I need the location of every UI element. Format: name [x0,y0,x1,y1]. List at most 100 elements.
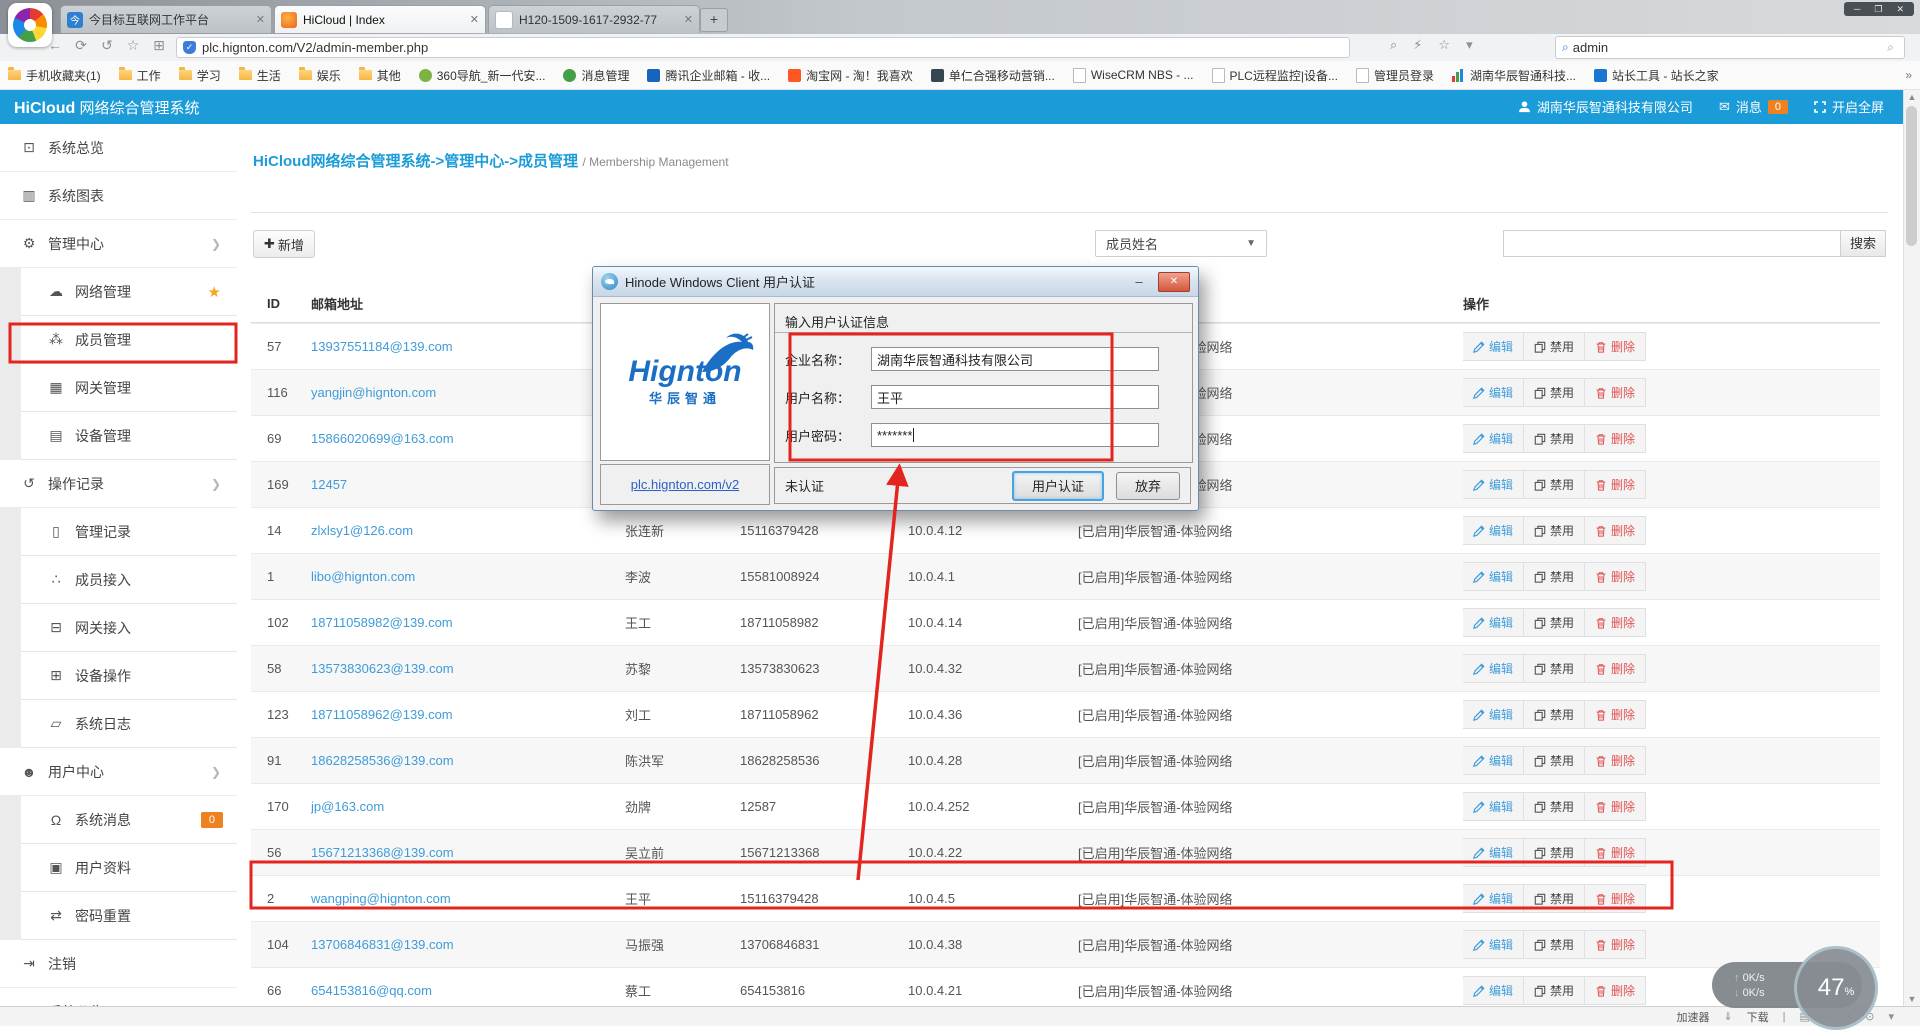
dialog-minimize-button[interactable]: – [1126,274,1152,289]
authenticate-button[interactable]: 用户认证 [1012,471,1104,501]
bookmark-item[interactable]: 工作 [119,67,161,84]
apps-icon[interactable]: ⊞ [148,37,170,54]
sidebar-item-成员管理[interactable]: ⁂成员管理 [21,316,237,364]
history-icon[interactable]: ↺ [96,37,118,54]
sidebar-item-系统日志[interactable]: ▱系统日志 [21,700,237,748]
delete-button[interactable]: 删除 [1584,516,1646,545]
field-input[interactable]: 王平 [871,385,1159,409]
edit-button[interactable]: 编辑 [1463,930,1524,959]
bookmark-item[interactable]: 管理员登录 [1356,67,1434,84]
edit-button[interactable]: 编辑 [1463,332,1524,361]
sidebar-item-系统图表[interactable]: ▥系统图表 [0,172,237,220]
scroll-down-icon[interactable]: ▼ [1904,994,1920,1004]
field-input[interactable]: ******* [871,423,1159,447]
cell-email-link[interactable]: 15866020699@163.com [311,431,454,446]
zoom-icon[interactable]: ⌕ [1390,37,1397,53]
cell-email-link[interactable]: 15671213368@139.com [311,845,454,860]
field-input[interactable]: 湖南华辰智通科技有限公司 [871,347,1159,371]
sidebar-item-注销[interactable]: ⇥注销 [0,940,237,988]
disable-button[interactable]: 禁用 [1523,608,1585,637]
cell-email-link[interactable]: yangjin@hignton.com [311,385,436,400]
minimize-window-button[interactable]: ─ [1854,2,1860,16]
disable-button[interactable]: 禁用 [1523,470,1585,499]
disable-button[interactable]: 禁用 [1523,700,1585,729]
edit-button[interactable]: 编辑 [1463,378,1524,407]
edit-button[interactable]: 编辑 [1463,516,1524,545]
edit-button[interactable]: 编辑 [1463,884,1524,913]
cell-email-link[interactable]: libo@hignton.com [311,569,415,584]
disable-button[interactable]: 禁用 [1523,930,1585,959]
dialog-close-button[interactable]: ✕ [1158,272,1190,292]
sidebar-item-设备操作[interactable]: ⊞设备操作 [21,652,237,700]
browser-tab[interactable]: H120-1509-1617-2932-77✕ [488,5,700,33]
bookmark-item[interactable]: 学习 [179,67,221,84]
sidebar-item-设备管理[interactable]: ▤设备管理 [21,412,237,460]
star-icon[interactable]: ☆ [122,37,144,54]
sidebar-item-管理记录[interactable]: ▯管理记录 [21,508,237,556]
disable-button[interactable]: 禁用 [1523,884,1585,913]
page-scrollbar[interactable]: ▲ ▼ [1903,90,1920,1006]
bookmark-item[interactable]: 湖南华辰智通科技... [1452,67,1576,84]
maximize-window-button[interactable]: ❐ [1874,2,1882,16]
disable-button[interactable]: 禁用 [1523,838,1585,867]
cell-email-link[interactable]: 13937551184@139.com [311,339,453,354]
cell-email-link[interactable]: zlxlsy1@126.com [311,523,413,538]
dialog-site-link[interactable]: plc.hignton.com/v2 [631,477,739,492]
delete-button[interactable]: 删除 [1584,424,1646,453]
disable-button[interactable]: 禁用 [1523,424,1585,453]
sidebar-item-用户中心[interactable]: ☻用户中心❯ [0,748,237,796]
bookmark-item[interactable]: 腾讯企业邮箱 - 收... [647,67,770,84]
fullscreen-button[interactable]: 开启全屏 [1814,97,1884,116]
cell-email-link[interactable]: 18711058962@139.com [311,707,453,722]
delete-button[interactable]: 删除 [1584,792,1646,821]
sidebar-item-管理中心[interactable]: ⚙管理中心❯ [0,220,237,268]
sidebar-item-网关管理[interactable]: ▦网关管理 [21,364,237,412]
sidebar-item-网关接入[interactable]: ⊟网关接入 [21,604,237,652]
disable-button[interactable]: 禁用 [1523,378,1585,407]
browser-logo[interactable] [8,3,52,47]
refresh-icon[interactable]: ⟳ [70,37,92,54]
delete-button[interactable]: 删除 [1584,838,1646,867]
sidebar-item-系统总览[interactable]: ⊡系统总览 [0,124,237,172]
delete-button[interactable]: 删除 [1584,608,1646,637]
delete-button[interactable]: 删除 [1584,884,1646,913]
delete-button[interactable]: 删除 [1584,930,1646,959]
delete-button[interactable]: 删除 [1584,746,1646,775]
cell-email-link[interactable]: 13573830623@139.com [311,661,454,676]
bookmark-item[interactable]: 淘宝网 - 淘！我喜欢 [788,67,913,84]
sidebar-item-用户资料[interactable]: ▣用户资料 [21,844,237,892]
search-go-icon[interactable]: ⌕ [1887,40,1894,55]
address-field[interactable]: ✓ plc.hignton.com/V2/admin-member.php [176,37,1350,58]
delete-button[interactable]: 删除 [1584,332,1646,361]
cell-email-link[interactable]: 18628258536@139.com [311,753,454,768]
bookmark-item[interactable]: 生活 [239,67,281,84]
browser-tab[interactable]: HiCloud | Index✕ [274,5,486,33]
delete-button[interactable]: 删除 [1584,378,1646,407]
sidebar-item-密码重置[interactable]: ⇄密码重置 [21,892,237,940]
abandon-button[interactable]: 放弃 [1116,472,1180,500]
edit-button[interactable]: 编辑 [1463,608,1524,637]
bookmark-item[interactable]: 360导航_新一代安... [419,67,546,84]
tab-close-icon[interactable]: ✕ [470,13,479,26]
disable-button[interactable]: 禁用 [1523,654,1585,683]
messages-menu[interactable]: ✉ 消息 0 [1719,97,1788,116]
delete-button[interactable]: 删除 [1584,654,1646,683]
edit-button[interactable]: 编辑 [1463,976,1524,1005]
bookmark-item[interactable]: WiseCRM NBS - ... [1073,68,1194,83]
close-window-button[interactable]: ✕ [1896,2,1904,16]
sidebar-item-系统消息[interactable]: Ω系统消息0 [21,796,237,844]
sidebar-item-成员接入[interactable]: ∴成员接入 [21,556,237,604]
bookmark-item[interactable]: 站长工具 - 站长之家 [1594,67,1719,84]
acceleration-ball[interactable]: 47 % [1794,946,1878,1030]
cell-email-link[interactable]: jp@163.com [311,799,384,814]
cell-email-link[interactable]: wangping@hignton.com [311,891,451,906]
delete-button[interactable]: 删除 [1584,976,1646,1005]
disable-button[interactable]: 禁用 [1523,332,1585,361]
edit-button[interactable]: 编辑 [1463,424,1524,453]
edit-button[interactable]: 编辑 [1463,654,1524,683]
scroll-up-icon[interactable]: ▲ [1904,92,1920,102]
browser-tab[interactable]: 今今目标互联网工作平台✕ [60,5,272,33]
new-tab-button[interactable]: + [700,8,728,32]
caret-icon[interactable]: ▾ [1466,37,1473,53]
bookmark-item[interactable]: PLC远程监控|设备... [1212,67,1338,84]
